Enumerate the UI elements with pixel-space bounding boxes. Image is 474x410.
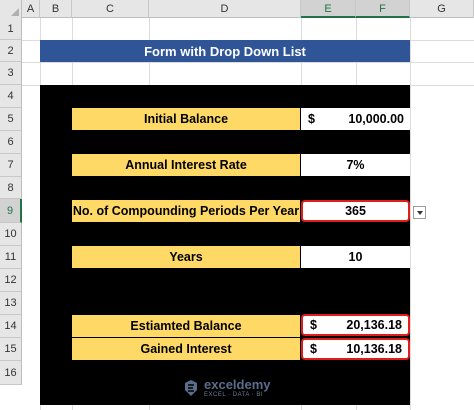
exceldemy-logo-icon	[185, 380, 197, 396]
interest-rate-value: 7%	[346, 158, 365, 172]
grid-line	[22, 62, 474, 63]
row-header-9[interactable]: 9	[0, 199, 22, 223]
row-header-7[interactable]: 7	[0, 154, 22, 177]
currency-symbol: $	[308, 112, 315, 126]
row-header-15[interactable]: 15	[0, 338, 22, 361]
interest-rate-label: Annual Interest Rate	[72, 154, 300, 176]
row-header-5[interactable]: 5	[0, 108, 22, 131]
initial-balance-cell[interactable]: $ 10,000.00	[301, 108, 410, 130]
estimated-balance-label: Estiamted Balance	[72, 315, 300, 337]
column-header-c[interactable]: C	[72, 0, 149, 18]
column-header-a[interactable]: A	[22, 0, 40, 18]
compounding-periods-cell[interactable]: 365	[301, 200, 410, 222]
grid-line	[410, 18, 411, 410]
compounding-periods-value: 365	[345, 204, 366, 218]
estimated-balance-value: 20,136.18	[346, 318, 402, 332]
column-header-b[interactable]: B	[40, 0, 72, 18]
initial-balance-value: 10,000.00	[348, 112, 404, 126]
row-header-12[interactable]: 12	[0, 269, 22, 292]
currency-symbol: $	[310, 318, 317, 332]
row-header-8[interactable]: 8	[0, 177, 22, 199]
gained-interest-label: Gained Interest	[72, 338, 300, 360]
column-header-g[interactable]: G	[410, 0, 474, 18]
currency-symbol: $	[310, 342, 317, 356]
row-header-6[interactable]: 6	[0, 131, 22, 154]
years-value: 10	[348, 250, 363, 264]
years-label: Years	[72, 246, 300, 268]
form-title: Form with Drop Down List	[40, 40, 410, 62]
exceldemy-watermark: exceldemy EXCEL · DATA · BI	[183, 376, 271, 400]
watermark-name: exceldemy	[204, 377, 271, 392]
compounding-periods-label: No. of Compounding Periods Per Year	[72, 200, 300, 222]
row-header-3[interactable]: 3	[0, 62, 22, 85]
row-header-14[interactable]: 14	[0, 315, 22, 338]
column-header-d[interactable]: D	[149, 0, 301, 18]
interest-rate-cell[interactable]: 7%	[301, 154, 410, 176]
years-cell[interactable]: 10	[301, 246, 410, 268]
dropdown-arrow-icon[interactable]	[413, 206, 426, 219]
gained-interest-cell[interactable]: $ 10,136.18	[301, 338, 410, 360]
select-all-corner[interactable]	[0, 0, 22, 18]
row-header-2[interactable]: 2	[0, 40, 22, 62]
gained-interest-value: 10,136.18	[346, 342, 402, 356]
row-header-10[interactable]: 10	[0, 223, 22, 246]
watermark-tagline: EXCEL · DATA · BI	[204, 392, 264, 398]
column-header-f[interactable]: F	[356, 0, 410, 18]
column-header-e[interactable]: E	[301, 0, 356, 18]
row-header-4[interactable]: 4	[0, 85, 22, 108]
row-header-13[interactable]: 13	[0, 292, 22, 315]
row-header-16[interactable]: 16	[0, 361, 22, 385]
initial-balance-label: Initial Balance	[72, 108, 300, 130]
row-header-11[interactable]: 11	[0, 246, 22, 269]
estimated-balance-cell[interactable]: $ 20,136.18	[301, 314, 410, 336]
row-header-1[interactable]: 1	[0, 18, 22, 40]
